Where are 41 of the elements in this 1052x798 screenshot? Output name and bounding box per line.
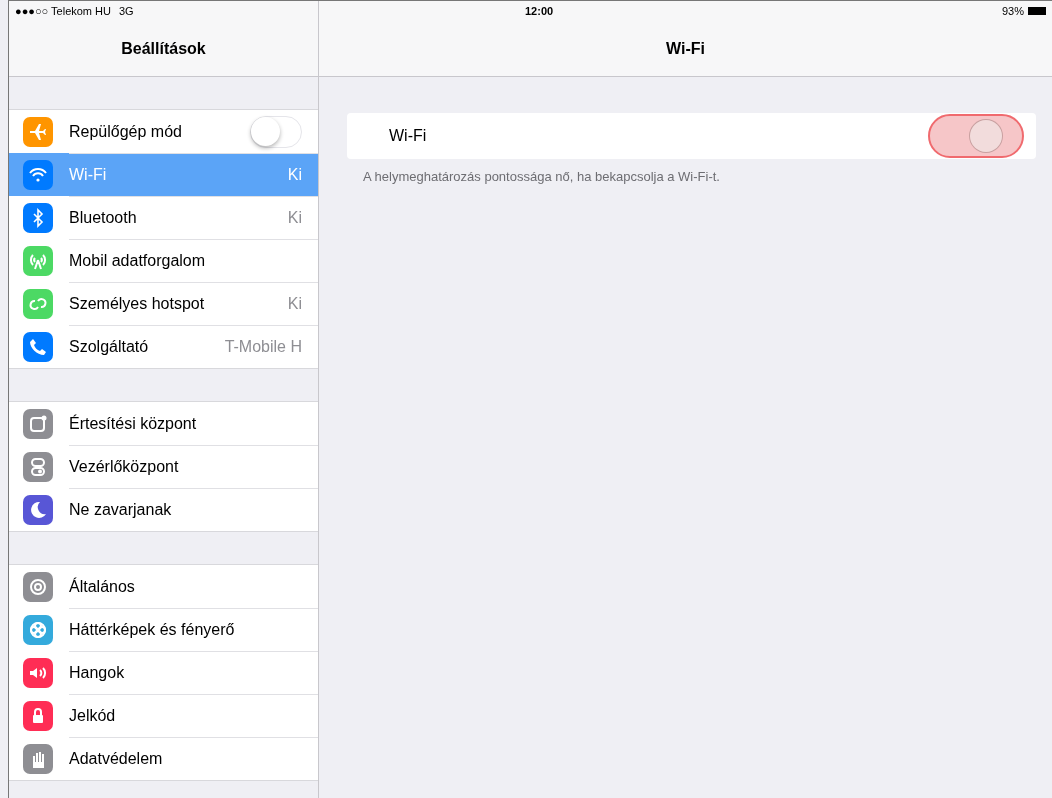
battery-percent: 93%: [1001, 3, 1024, 19]
settings-row[interactable]: Mobil adatforgalom: [9, 239, 318, 282]
row-value: Ki: [287, 207, 302, 228]
row-label: Mobil adatforgalom: [69, 250, 207, 271]
battery-icon: [1028, 7, 1046, 15]
settings-row[interactable]: Értesítési központ: [9, 402, 318, 445]
row-label: Általános: [69, 576, 136, 597]
settings-row[interactable]: Hangok: [9, 651, 318, 694]
nav-title: Beállítások: [121, 38, 206, 59]
row-value: Ki: [287, 293, 302, 314]
footer-text: A helymeghatározás pontossága nő, ha bekapcsolja a Wi-Fi-t.: [363, 168, 721, 186]
row-value: Ki: [287, 164, 302, 185]
row-label: Hangok: [69, 662, 126, 683]
row-label: Wi-Fi: [389, 126, 428, 146]
row-value: T-Mobile H: [224, 336, 302, 357]
settings-row[interactable]: Jelkód: [9, 694, 318, 737]
row-label: Jelkód: [69, 705, 117, 726]
settings-row[interactable]: Adatvédelem: [9, 737, 318, 780]
row-label: Személyes hotspot: [69, 293, 206, 314]
settings-row[interactable]: Szolgáltató T-Mobile H: [9, 325, 318, 368]
settings-row[interactable]: Személyes hotspot Ki: [9, 282, 318, 325]
row-label: Szolgáltató: [69, 336, 150, 357]
row-label: Háttérképek és fényerő: [69, 619, 236, 640]
settings-row[interactable]: Bluetooth Ki: [9, 196, 318, 239]
row-label: Repülőgép mód: [69, 121, 183, 142]
row-label: Wi-Fi: [69, 164, 108, 185]
settings-row[interactable]: Vezérlőközpont: [9, 445, 318, 488]
network-type-text: 3G: [119, 3, 134, 19]
toggle-switch[interactable]: [928, 114, 1024, 158]
row-label: Ne zavarjanak: [69, 499, 173, 520]
row-label: Bluetooth: [69, 207, 138, 228]
nav-title: Wi-Fi: [666, 38, 705, 59]
carrier-text: ●●●○○ Telekom HU: [15, 3, 111, 19]
row-label: Vezérlőközpont: [69, 456, 180, 477]
row-label: Értesítési központ: [69, 413, 198, 434]
settings-row[interactable]: Repülőgép mód: [9, 110, 318, 153]
settings-row[interactable]: Általános: [9, 565, 318, 608]
settings-row[interactable]: Ne zavarjanak: [9, 488, 318, 531]
row-label: Adatvédelem: [69, 748, 164, 769]
settings-row[interactable]: Háttérképek és fényerő: [9, 608, 318, 651]
clock-text: 12:00: [525, 3, 554, 19]
